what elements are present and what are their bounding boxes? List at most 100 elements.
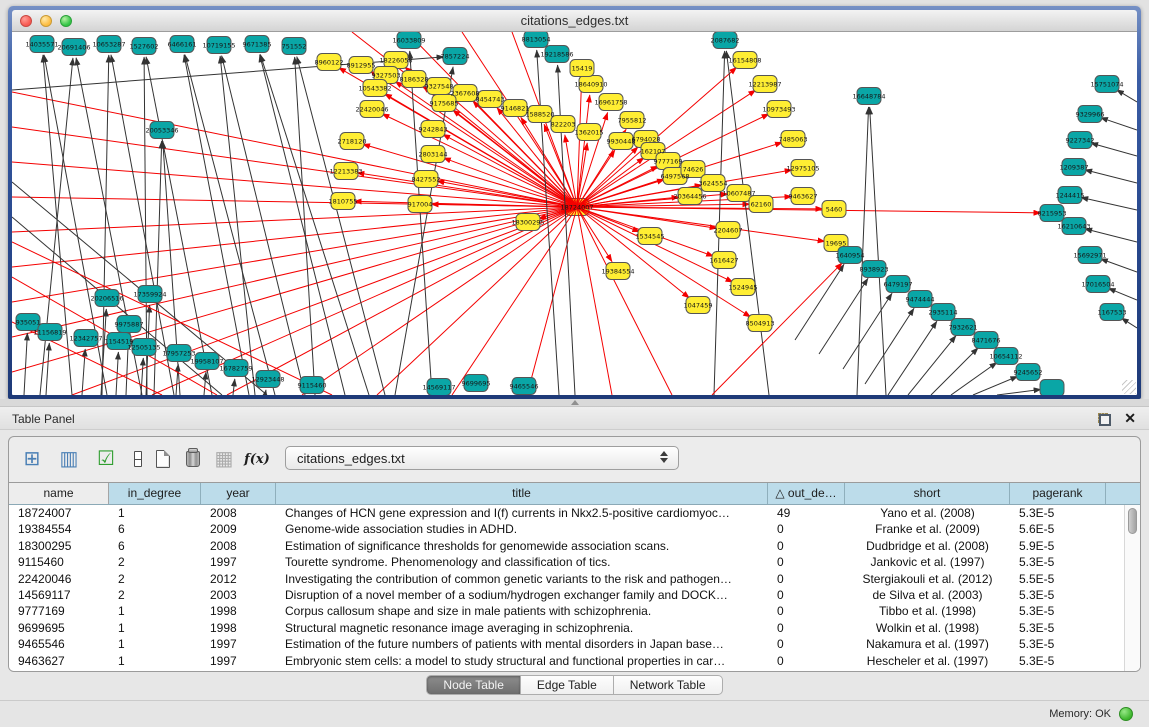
delete-table-icon[interactable]: [179, 445, 207, 473]
network-view-window[interactable]: citations_edges.txt 18724007896012289129…: [8, 6, 1141, 399]
network-window-title: citations_edges.txt: [12, 13, 1137, 28]
graph-node-label: 16648784: [852, 93, 885, 101]
cell-title: Investigating the contribution of common…: [276, 571, 768, 587]
cell-year: 1998: [201, 620, 276, 636]
cell-out_de: 0: [768, 521, 845, 537]
column-header-out_de[interactable]: △ out_de…: [768, 483, 845, 504]
import-table-icon[interactable]: ▦: [210, 445, 238, 473]
network-canvas[interactable]: 1872400789601228912955182260589327503818…: [12, 32, 1137, 395]
cell-in_degree: 1: [109, 620, 201, 636]
cell-short: de Silva et al. (2003): [845, 587, 1010, 603]
cell-title: Disruption of a novel member of a sodium…: [276, 587, 768, 603]
graph-node-label: 10607487: [722, 190, 755, 198]
table-row[interactable]: 1830029562008Estimation of significance …: [9, 538, 1124, 554]
graph-node-label: 1640954: [836, 252, 865, 260]
graph-node-label: 1534545: [636, 233, 665, 241]
function-builder-icon[interactable]: f(x): [243, 445, 271, 473]
table-settings-icon[interactable]: ⊞: [18, 445, 46, 473]
cell-in_degree: 2: [109, 554, 201, 570]
table-row[interactable]: 946362711997Embryonic stem cells: a mode…: [9, 653, 1124, 669]
table-row[interactable]: 969969511998Structural magnetic resonanc…: [9, 620, 1124, 636]
cell-in_degree: 1: [109, 603, 201, 619]
row-height-icon: [134, 451, 142, 467]
cell-year: 2008: [201, 538, 276, 554]
table-select-dropdown[interactable]: citations_edges.txt: [285, 446, 679, 470]
float-panel-icon[interactable]: [1098, 413, 1111, 426]
show-columns-icon: ▥: [60, 449, 79, 469]
table-settings-icon: ⊞: [24, 449, 41, 469]
graph-node-label: 18300295: [511, 219, 544, 227]
table-row[interactable]: 946554611997Estimation of the future num…: [9, 636, 1124, 652]
cell-short: Tibbo et al. (1998): [845, 603, 1010, 619]
table-row[interactable]: 1872400712008Changes of HCN gene express…: [9, 505, 1124, 521]
scrollbar-thumb[interactable]: [1128, 508, 1137, 534]
column-header-name[interactable]: name: [9, 483, 109, 504]
show-columns-icon[interactable]: ▥: [55, 445, 83, 473]
graph-node-label: 22420046: [355, 106, 388, 114]
graph-node-label: 8215953: [1038, 210, 1067, 218]
graph-node-label: 9227342: [1066, 137, 1095, 145]
cell-short: Franke et al. (2009): [845, 521, 1010, 537]
table-browser: citations_edges.txt ⊞ ▥ ☑ ▦ f(x) namein_degr…: [8, 436, 1141, 672]
tab-network-table[interactable]: Network Table: [614, 675, 723, 695]
cell-title: Corpus callosum shape and size in male p…: [276, 603, 768, 619]
table-select-value: citations_edges.txt: [297, 451, 405, 466]
row-height-icon[interactable]: [124, 445, 152, 473]
graph-node-label: 9474444: [906, 296, 935, 304]
cell-in_degree: 2: [109, 571, 201, 587]
graph-node-label: 9465546: [510, 383, 539, 391]
tab-edge-table[interactable]: Edge Table: [521, 675, 614, 695]
panel-divider[interactable]: [0, 399, 1149, 406]
column-header-short[interactable]: short: [845, 483, 1010, 504]
table-row[interactable]: 2242004622012Investigating the contribut…: [9, 571, 1124, 587]
delete-table-icon: [186, 451, 200, 467]
graph-node-label: 7955812: [618, 117, 647, 125]
graph-node-label: 15751074: [1090, 81, 1123, 89]
graph-node-label: 17359924: [133, 291, 166, 299]
graph-node-label: 6497568: [661, 173, 690, 181]
graph-node-label: 2935114: [929, 309, 958, 317]
select-columns-icon[interactable]: ☑: [92, 445, 120, 473]
table-row[interactable]: 1456911722003Disruption of a novel membe…: [9, 587, 1124, 603]
table-panel-header: Table Panel ✕: [0, 406, 1149, 430]
cell-name: 19384554: [9, 521, 109, 537]
window-resize-handle[interactable]: [1122, 380, 1136, 394]
table-row[interactable]: 977716911998Corpus callosum shape and si…: [9, 603, 1124, 619]
column-header-pagerank[interactable]: pagerank: [1010, 483, 1106, 504]
network-graph[interactable]: 1872400789601228912955182260589327503818…: [12, 32, 1137, 395]
cell-year: 1997: [201, 554, 276, 570]
tab-node-table[interactable]: Node Table: [426, 675, 521, 695]
table-row[interactable]: 911546021997Tourette syndrome. Phenomeno…: [9, 554, 1124, 570]
graph-node-label: 8454743: [476, 96, 505, 104]
graph-node-label: 12213383: [329, 168, 362, 176]
cell-year: 2009: [201, 521, 276, 537]
cell-out_de: 0: [768, 603, 845, 619]
cell-year: 2008: [201, 505, 276, 521]
graph-node-label: 9463627: [789, 193, 818, 201]
cell-pagerank: 5.9E-5: [1010, 538, 1106, 554]
function-builder-icon: f(x): [244, 452, 270, 467]
cell-pagerank: 5.3E-5: [1010, 587, 1106, 603]
create-table-icon[interactable]: [149, 445, 177, 473]
graph-node[interactable]: [1040, 380, 1064, 396]
column-header-title[interactable]: title: [276, 483, 768, 504]
column-header-year[interactable]: year: [201, 483, 276, 504]
network-window-titlebar[interactable]: citations_edges.txt: [12, 10, 1137, 32]
graph-node-label: 17016504: [1081, 281, 1114, 289]
graph-node-label: 822203: [551, 121, 576, 129]
graph-node-label: 9327503: [372, 72, 401, 80]
node-table: namein_degreeyeartitle△ out_de…shortpage…: [9, 482, 1140, 671]
divider-handle-icon[interactable]: [571, 400, 579, 405]
cell-in_degree: 1: [109, 636, 201, 652]
graph-node-label: 1810755: [329, 198, 358, 206]
graph-node-label: 1047459: [684, 302, 713, 310]
table-scrollbar[interactable]: [1124, 505, 1140, 671]
table-panel-title: Table Panel: [12, 412, 75, 426]
cell-year: 1998: [201, 603, 276, 619]
column-header-in_degree[interactable]: in_degree: [109, 483, 201, 504]
cell-out_de: 0: [768, 554, 845, 570]
cell-pagerank: 5.5E-5: [1010, 571, 1106, 587]
table-panel-body: citations_edges.txt ⊞ ▥ ☑ ▦ f(x) namein_degr…: [0, 430, 1149, 700]
table-row[interactable]: 1938455462009Genome-wide association stu…: [9, 521, 1124, 537]
close-panel-icon[interactable]: ✕: [1124, 410, 1136, 427]
